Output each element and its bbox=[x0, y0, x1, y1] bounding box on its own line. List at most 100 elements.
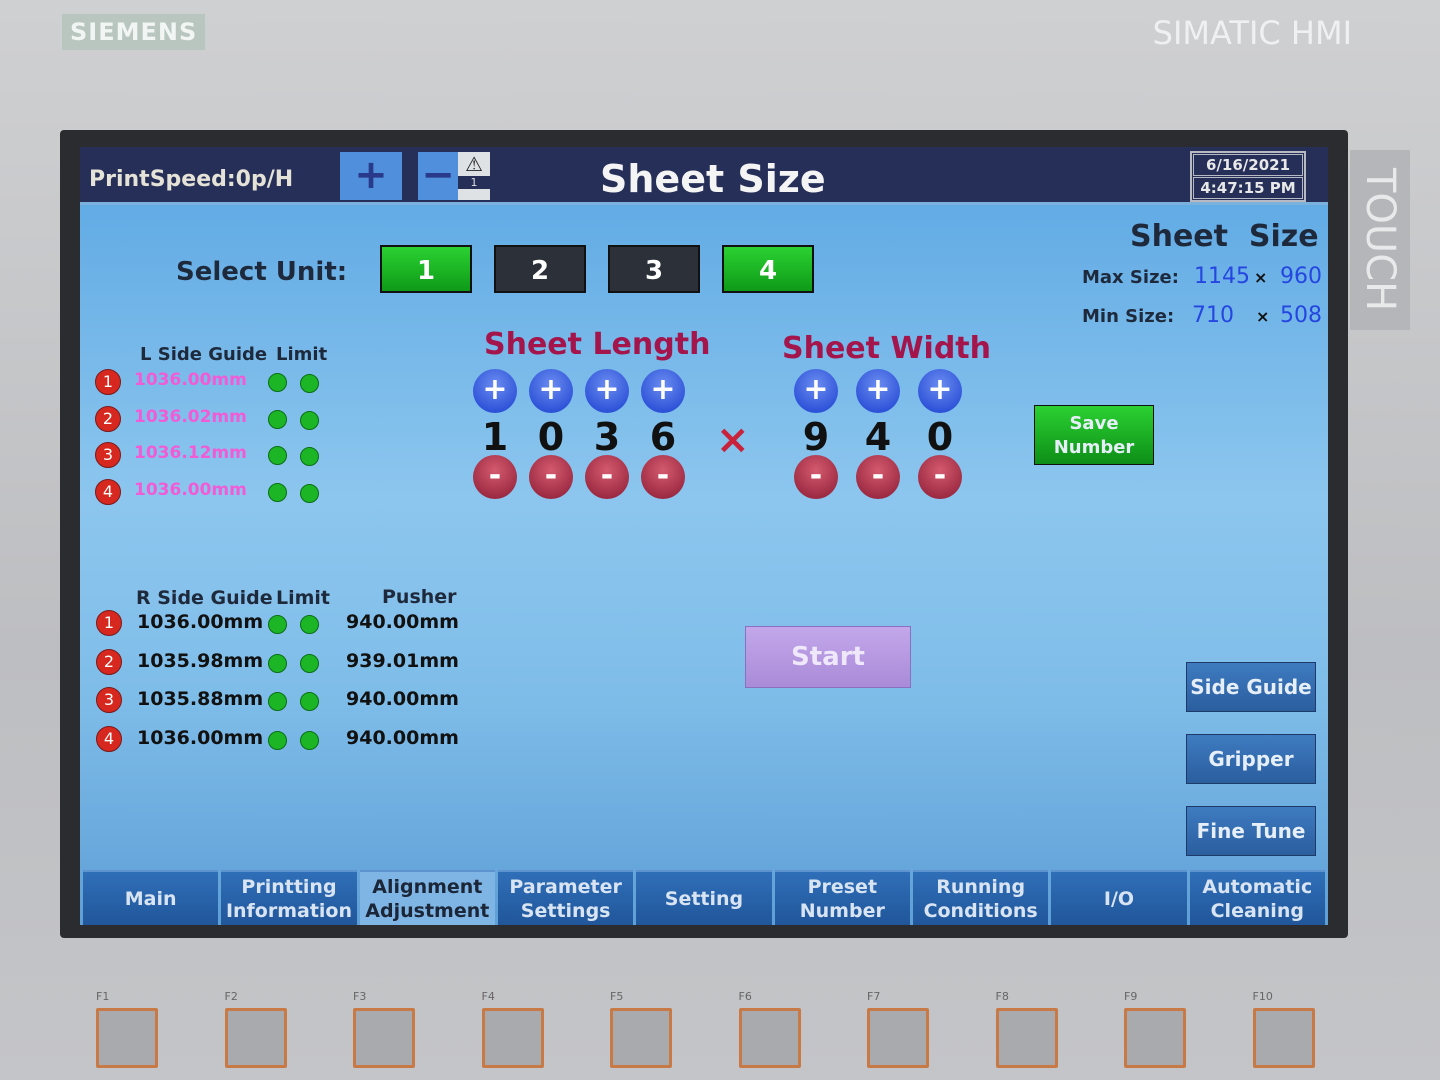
select-unit-label: Select Unit: bbox=[176, 257, 348, 287]
min-width: 508 bbox=[1280, 303, 1322, 328]
min-size-label: Min Size: bbox=[1082, 306, 1175, 327]
f6-label: F6 bbox=[738, 990, 752, 1003]
f1-key[interactable] bbox=[96, 1008, 158, 1068]
f10-key[interactable] bbox=[1252, 1008, 1315, 1068]
r-guide-value: 1035.98mm bbox=[137, 649, 264, 672]
save-number-button[interactable]: Save Number bbox=[1034, 405, 1154, 465]
gripper-button[interactable]: Gripper bbox=[1186, 734, 1316, 784]
f5-key[interactable] bbox=[610, 1008, 672, 1068]
length-digit-1-minus-button[interactable]: - bbox=[473, 455, 517, 499]
tab-running-conditions[interactable]: Running Conditions bbox=[912, 870, 1049, 925]
model-label: SIMATIC HMI bbox=[1152, 14, 1352, 52]
l-limit-led-1 bbox=[268, 373, 287, 392]
width-digit-2-minus-button[interactable]: - bbox=[856, 455, 900, 499]
speed-plus-button[interactable]: + bbox=[340, 152, 402, 200]
r-guide-value: 1036.00mm bbox=[137, 726, 264, 749]
l-guide-value: 1036.00mm bbox=[134, 479, 247, 500]
r-guide-value: 1036.00mm bbox=[137, 611, 264, 633]
width-digit-3-plus-button[interactable]: + bbox=[918, 369, 962, 413]
length-digit-1-plus-button[interactable]: + bbox=[473, 369, 517, 413]
tab-parameter-settings[interactable]: Parameter Settings bbox=[497, 870, 634, 925]
f7-label: F7 bbox=[867, 990, 881, 1003]
l-guide-value: 1036.02mm bbox=[134, 406, 247, 427]
l-limit-led-2 bbox=[300, 447, 319, 466]
fine-tune-button[interactable]: Fine Tune bbox=[1186, 806, 1316, 856]
start-button[interactable]: Start bbox=[745, 626, 911, 688]
bottom-tab-bar: Main Printting Information Alignment Adjus… bbox=[80, 870, 1328, 925]
tab-automatic-cleaning[interactable]: Automatic Cleaning bbox=[1189, 870, 1325, 925]
f7-key[interactable] bbox=[867, 1008, 929, 1068]
length-digit-4-minus-button[interactable]: - bbox=[641, 455, 685, 499]
print-speed: PrintSpeed:0p/H bbox=[89, 167, 294, 192]
speed-minus-button[interactable]: − bbox=[418, 152, 458, 200]
r-limit-led-2 bbox=[300, 692, 319, 711]
pusher-value: 940.00mm bbox=[346, 688, 459, 710]
f3-key[interactable] bbox=[353, 1008, 415, 1068]
f8-key[interactable] bbox=[995, 1008, 1058, 1068]
l-guide-value: 1036.12mm bbox=[134, 443, 247, 463]
l-limit-led-2 bbox=[300, 374, 319, 393]
width-digit-1-plus-button[interactable]: + bbox=[794, 369, 838, 413]
l-guide-number-badge: 2 bbox=[95, 405, 121, 432]
tab-printting-information[interactable]: Printting Information bbox=[221, 870, 357, 925]
width-digit-1: 9 bbox=[802, 415, 830, 459]
width-digit-1-minus-button[interactable]: - bbox=[794, 455, 838, 499]
f2-key[interactable] bbox=[224, 1008, 287, 1068]
f10-label: F10 bbox=[1252, 990, 1273, 1003]
r-side-guide-header: R Side Guide bbox=[136, 587, 273, 609]
l-limit-led-1 bbox=[268, 409, 287, 429]
l-limit-led-2 bbox=[300, 410, 319, 430]
width-digit-2-plus-button[interactable]: + bbox=[856, 369, 900, 413]
length-digit-3-minus-button[interactable]: - bbox=[585, 455, 629, 499]
header-bar: PrintSpeed:0p/H + − ⚠ 1 Sheet Size 6/16/2… bbox=[80, 147, 1328, 205]
r-guide-number-badge: 1 bbox=[96, 610, 122, 636]
f9-key[interactable] bbox=[1124, 1008, 1186, 1068]
max-length: 1145 bbox=[1194, 264, 1250, 289]
unit-2-button[interactable]: 2 bbox=[494, 245, 586, 293]
length-digit-2-plus-button[interactable]: + bbox=[529, 369, 573, 413]
l-limit-led-1 bbox=[268, 482, 287, 502]
l-guide-number-badge: 3 bbox=[95, 442, 121, 468]
length-digit-1: 1 bbox=[481, 415, 509, 459]
r-limit-led-2 bbox=[300, 730, 319, 750]
min-length: 710 bbox=[1192, 303, 1234, 328]
r-limit-led-2 bbox=[300, 653, 319, 673]
l-limit-led-1 bbox=[268, 446, 287, 465]
r-limit-led-1 bbox=[268, 692, 287, 711]
r-limit-led-1 bbox=[268, 730, 287, 750]
f4-key[interactable] bbox=[481, 1008, 544, 1068]
tab-alignment-adjustment[interactable]: Alignment Adjustment bbox=[359, 870, 495, 925]
unit-1-button[interactable]: 1 bbox=[380, 245, 472, 293]
f9-label: F9 bbox=[1124, 990, 1138, 1003]
sheet-length-label: Sheet Length bbox=[484, 327, 711, 362]
tab-main[interactable]: Main bbox=[83, 870, 219, 925]
length-digit-2-minus-button[interactable]: - bbox=[529, 455, 573, 499]
f3-label: F3 bbox=[353, 990, 367, 1003]
tab-i-o[interactable]: I/O bbox=[1051, 870, 1187, 925]
tab-preset-number[interactable]: Preset Number bbox=[774, 870, 910, 925]
page-title: Sheet Size bbox=[600, 157, 826, 201]
min-times: × bbox=[1256, 307, 1270, 326]
alarm-indicator[interactable]: ⚠ 1 bbox=[458, 152, 490, 200]
warning-icon: ⚠ bbox=[465, 152, 483, 176]
length-digit-4-plus-button[interactable]: + bbox=[641, 369, 685, 413]
tab-setting[interactable]: Setting bbox=[636, 870, 772, 925]
max-width: 960 bbox=[1280, 264, 1322, 289]
f5-label: F5 bbox=[610, 990, 624, 1003]
pusher-value: 940.00mm bbox=[346, 726, 459, 749]
date: 6/16/2021 bbox=[1193, 154, 1303, 176]
l-guide-number-badge: 4 bbox=[95, 478, 121, 505]
width-digit-3-minus-button[interactable]: - bbox=[918, 455, 962, 499]
unit-4-button[interactable]: 4 bbox=[722, 245, 814, 293]
f6-key[interactable] bbox=[738, 1008, 801, 1068]
f1-label: F1 bbox=[96, 990, 110, 1003]
datetime: 6/16/2021 4:47:15 PM bbox=[1190, 151, 1306, 202]
unit-3-button[interactable]: 3 bbox=[608, 245, 700, 293]
length-digit-3-plus-button[interactable]: + bbox=[585, 369, 629, 413]
side-guide-button[interactable]: Side Guide bbox=[1186, 662, 1316, 712]
r-guide-value: 1035.88mm bbox=[137, 688, 264, 710]
l-limit-led-2 bbox=[300, 483, 319, 503]
r-guide-number-badge: 3 bbox=[96, 687, 122, 713]
l-guide-number-badge: 1 bbox=[95, 369, 121, 395]
f8-label: F8 bbox=[995, 990, 1009, 1003]
